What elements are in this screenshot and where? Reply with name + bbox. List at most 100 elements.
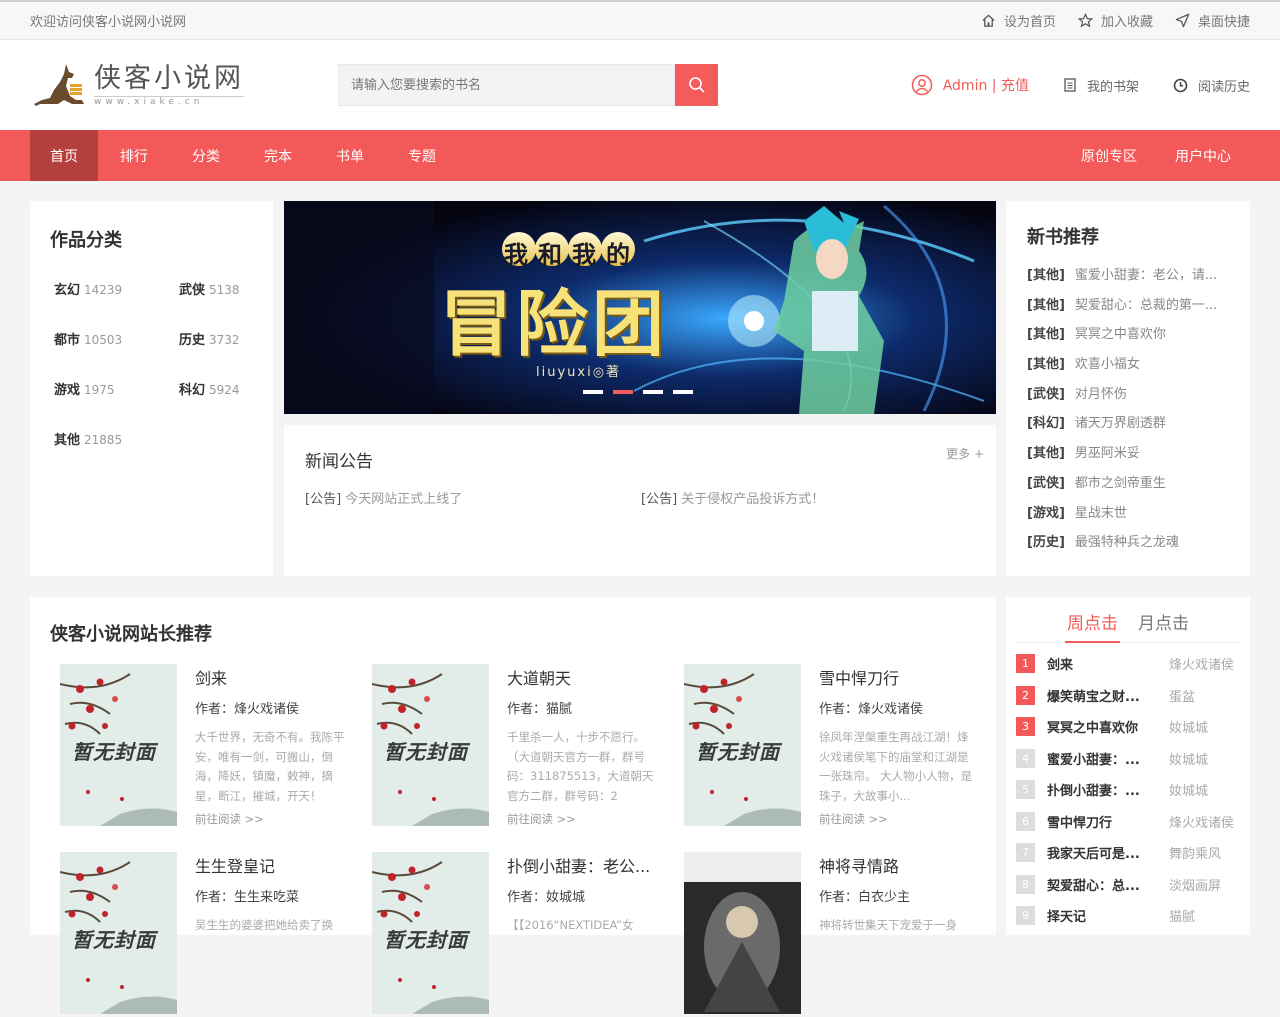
new-book-item[interactable]: [游戏] 星战末世 xyxy=(1027,502,1241,532)
carousel-dot[interactable] xyxy=(583,390,603,394)
rank-row[interactable]: 1 剑来 烽火戏诸侯 xyxy=(1016,654,1246,686)
read-now-link[interactable]: 前往阅读 >> xyxy=(507,811,576,827)
new-book-item[interactable]: [其他] 男巫阿米妥 xyxy=(1027,442,1241,472)
book-cover[interactable]: 暂无封面 xyxy=(372,852,489,1014)
category-name: 科幻 xyxy=(179,383,206,398)
editor-recommend-panel: 侠客小说网站长推荐 暂无封面 剑来 作者：烽火戏诸侯 大千世界，无奇不有。我陈平安，唯… xyxy=(30,597,996,1014)
category-item[interactable]: 科幻 5924 xyxy=(179,379,264,398)
rank-book-name[interactable]: 雪中悍刀行 xyxy=(1047,812,1155,831)
rank-book-name[interactable]: 爆笑萌宝之财... xyxy=(1047,686,1155,705)
rank-book-name[interactable]: 契爱甜心：总... xyxy=(1047,875,1155,894)
site-logo[interactable]: 侠客小说网 www.xiake.cn xyxy=(32,60,244,110)
rank-row[interactable]: 8 契爱甜心：总... 淡烟画屏 xyxy=(1016,874,1246,907)
search-bar xyxy=(338,64,718,106)
nav-home[interactable]: 首页 xyxy=(30,130,98,181)
book-description: 神将转世集天下宠爱于一身 xyxy=(819,918,957,932)
search-button[interactable] xyxy=(675,64,718,106)
book-cover[interactable]: 暂无封面 xyxy=(372,664,489,826)
read-now-link[interactable]: 前往阅读 >> xyxy=(195,811,264,827)
carousel-dot-active[interactable] xyxy=(613,390,633,394)
new-book-tag: [其他] xyxy=(1027,446,1065,462)
rank-book-name[interactable]: 择天记 xyxy=(1047,906,1155,925)
read-now-link[interactable]: 前往阅读 >> xyxy=(819,811,888,827)
new-book-item[interactable]: [历史] 最强特种兵之龙魂 xyxy=(1027,531,1241,561)
carousel-dot[interactable] xyxy=(643,390,663,394)
new-book-item[interactable]: [武侠] 都市之剑帝重生 xyxy=(1027,472,1241,502)
new-book-item[interactable]: [其他] 蜜爱小甜妻：老公，请... xyxy=(1027,264,1241,294)
new-book-item[interactable]: [其他] 欢喜小福女 xyxy=(1027,353,1241,383)
book-title[interactable]: 神将寻情路 xyxy=(819,853,899,877)
book-title[interactable]: 生生登皇记 xyxy=(195,853,275,877)
bookshelf-link[interactable]: 我的书架 xyxy=(1063,76,1139,95)
new-book-item[interactable]: [科幻] 诸天万界剧透群 xyxy=(1027,412,1241,442)
new-book-item[interactable]: [其他] 冥冥之中喜欢你 xyxy=(1027,323,1241,353)
rank-number: 3 xyxy=(1016,717,1035,736)
nav-booklist[interactable]: 书单 xyxy=(314,130,386,181)
top-bar: 欢迎访问侠客小说网小说网 设为首页 加入收藏 桌面快捷 xyxy=(0,0,1280,40)
book-title[interactable]: 雪中悍刀行 xyxy=(819,665,899,689)
new-book-item[interactable]: [其他] 契爱甜心：总裁的第一... xyxy=(1027,294,1241,324)
book-title[interactable]: 剑来 xyxy=(195,665,227,689)
nav-finished[interactable]: 完本 xyxy=(242,130,314,181)
banner-title-big: 冒险团 xyxy=(440,281,669,366)
rank-row[interactable]: 9 择天记 猫腻 xyxy=(1016,906,1246,938)
nav-category[interactable]: 分类 xyxy=(170,130,242,181)
rank-number: 1 xyxy=(1016,654,1035,673)
category-item[interactable]: 其他 21885 xyxy=(54,429,179,448)
rank-book-name[interactable]: 冥冥之中喜欢你 xyxy=(1047,717,1155,736)
rank-author: 奻城城 xyxy=(1169,784,1209,799)
search-input[interactable] xyxy=(338,64,675,106)
rank-row[interactable]: 7 我家天后可是... 舞韵乘风 xyxy=(1016,843,1246,875)
news-more-link[interactable]: 更多 + xyxy=(946,445,984,462)
user-account-label: Admin | 充值 xyxy=(942,78,1029,94)
rank-row[interactable]: 5 扑倒小甜妻：... 奻城城 xyxy=(1016,780,1246,812)
book-author: 作者：烽火戏诸侯 xyxy=(195,702,300,717)
nav-ranking[interactable]: 排行 xyxy=(98,130,170,181)
rank-number: 5 xyxy=(1016,780,1035,799)
book-title[interactable]: 大道朝天 xyxy=(507,665,571,689)
rank-author: 蛋盆 xyxy=(1169,689,1196,705)
rank-row[interactable]: 4 蜜爱小甜妻：... 奻城城 xyxy=(1016,748,1246,781)
cover-placeholder-text: 暂无封面 xyxy=(696,740,780,764)
tab-weekly-clicks[interactable]: 周点击 xyxy=(1065,607,1120,643)
book-cover[interactable]: 暂无封面 xyxy=(60,664,177,826)
nav-original[interactable]: 原创专区 xyxy=(1062,130,1156,181)
reading-history-link[interactable]: 阅读历史 xyxy=(1173,76,1250,95)
rank-row[interactable]: 3 冥冥之中喜欢你 奻城城 xyxy=(1016,717,1246,749)
book-cover[interactable] xyxy=(684,852,801,1014)
category-item[interactable]: 玄幻 14239 xyxy=(54,279,179,298)
new-books-panel: 新书推荐 [其他] 蜜爱小甜妻：老公，请... [其他] 契爱甜心：总裁的第一...… xyxy=(1006,201,1250,576)
banner-carousel[interactable]: 我和我的 冒险团 liuyuxi◎著 xyxy=(284,201,996,414)
book-cover[interactable]: 暂无封面 xyxy=(60,852,177,1014)
book-cover[interactable]: 暂无封面 xyxy=(684,664,801,826)
book-title[interactable]: 扑倒小甜妻：老公... xyxy=(507,853,650,877)
new-book-item[interactable]: [武侠] 对月怀伤 xyxy=(1027,383,1241,413)
carousel-dot[interactable] xyxy=(673,390,693,394)
category-item[interactable]: 武侠 5138 xyxy=(179,279,264,298)
book-card: 暂无封面 大道朝天 作者：猫腻 千里杀一人，十步不愿行。（大道朝天官方一群，群号码：3… xyxy=(372,664,672,829)
desktop-shortcut-link[interactable]: 桌面快捷 xyxy=(1175,11,1250,30)
tab-monthly-clicks[interactable]: 月点击 xyxy=(1136,607,1191,643)
category-name: 游戏 xyxy=(54,383,81,398)
rank-book-name[interactable]: 扑倒小甜妻：... xyxy=(1047,780,1155,799)
category-item[interactable]: 历史 3732 xyxy=(179,329,264,348)
category-count: 5138 xyxy=(209,283,240,297)
set-home-link[interactable]: 设为首页 xyxy=(981,11,1056,30)
rank-row[interactable]: 6 雪中悍刀行 烽火戏诸侯 xyxy=(1016,811,1246,844)
category-item[interactable]: 游戏 1975 xyxy=(54,379,179,398)
category-name: 历史 xyxy=(179,333,206,348)
rank-row[interactable]: 2 爆笑萌宝之财... 蛋盆 xyxy=(1016,685,1246,718)
user-account-link[interactable]: Admin | 充值 xyxy=(911,74,1029,96)
news-item[interactable]: [公告] 关于侵权产品投诉方式！ xyxy=(641,488,824,507)
rank-book-name[interactable]: 我家天后可是... xyxy=(1047,843,1155,862)
nav-topic[interactable]: 专题 xyxy=(386,130,458,181)
news-item[interactable]: [公告] 今天网站正式上线了 xyxy=(305,488,462,507)
rank-book-name[interactable]: 蜜爱小甜妻：... xyxy=(1047,749,1155,768)
book-card: 暂无封面 雪中悍刀行 作者：烽火戏诸侯 徐凤年涅槃重生再战江湖！烽火戏诸侯笔下的庙堂和… xyxy=(684,664,984,829)
add-favorite-link[interactable]: 加入收藏 xyxy=(1077,11,1153,30)
nav-user-center[interactable]: 用户中心 xyxy=(1156,130,1250,181)
new-book-name: 星战末世 xyxy=(1074,505,1127,521)
category-item[interactable]: 都市 10503 xyxy=(54,329,179,348)
book-description: 千里杀一人，十步不愿行。（大道朝天官方一群，群号码：311875513，大道朝天… xyxy=(507,730,654,803)
rank-book-name[interactable]: 剑来 xyxy=(1047,654,1155,673)
